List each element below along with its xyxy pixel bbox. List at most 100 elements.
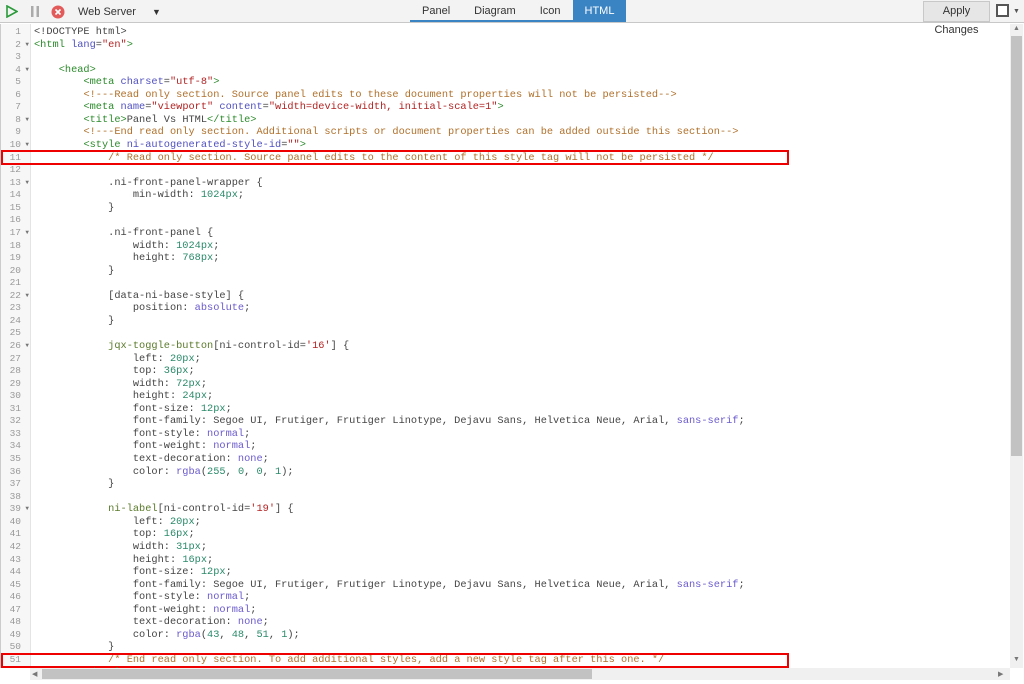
code-token: , [219, 628, 232, 641]
line-number: 28 [1, 365, 31, 378]
line-number: 15 [1, 202, 31, 215]
line-number-text: 39 [9, 503, 21, 515]
vertical-scrollbar[interactable]: ▲ ▼ [1010, 24, 1023, 668]
line-number: 29 [1, 378, 31, 391]
code-token: ; [200, 377, 208, 390]
code-token: name [120, 101, 146, 114]
fold-toggle-icon[interactable]: ▼ [25, 39, 29, 52]
code-line: <head> [34, 64, 96, 77]
code-line: <meta name="viewport" content="width=dev… [34, 101, 503, 114]
line-number: 5 [1, 76, 31, 89]
line-number: 38 [1, 491, 31, 504]
code-token: left: [34, 352, 170, 365]
line-number-text: 42 [9, 540, 21, 552]
code-token: absolute [194, 302, 245, 315]
code-line: <!DOCTYPE html> [34, 26, 127, 39]
line-number-text: 1 [15, 26, 21, 37]
code-line: height: 16px; [34, 554, 213, 567]
code-token: 20px [169, 352, 195, 365]
code-line: width: 1024px; [34, 240, 220, 253]
code-line: font-weight: normal; [34, 603, 257, 617]
line-number-text: 20 [9, 264, 21, 276]
code-token: text-decoration: [34, 616, 238, 629]
line-number-text: 22 [9, 289, 21, 301]
code-editor[interactable]: 1 2 ▼ 3 4 ▼ 5 6 7 8 ▼ 9 10 ▼ 11 12 13 ▼ 14 15 16 17 ▼ 18 19 20 21 2… [0, 24, 1010, 668]
stop-button[interactable] [51, 3, 65, 20]
line-number: 12 [1, 164, 31, 177]
code-token: ; [194, 352, 201, 365]
tab-diagram[interactable]: Diagram [462, 0, 528, 20]
line-number-text: 44 [9, 566, 21, 578]
layout-square-icon[interactable] [996, 4, 1009, 17]
tab-panel[interactable]: Panel [410, 0, 462, 20]
scroll-left-icon[interactable]: ◀ [32, 670, 37, 678]
line-number: 34 [1, 440, 31, 453]
pause-button[interactable] [29, 3, 43, 20]
scroll-right-icon[interactable]: ▶ [998, 670, 1003, 678]
line-number-text: 14 [9, 189, 21, 201]
code-token: ; [207, 390, 214, 403]
code-line: left: 20px; [34, 353, 201, 366]
code-line: ni-label[ni-control-id='19'] { [34, 503, 293, 516]
line-number-gutter: 1 2 ▼ 3 4 ▼ 5 6 7 8 ▼ 9 10 ▼ 11 12 13 ▼ 14 15 16 17 ▼ 18 19 20 21 2… [1, 24, 31, 668]
horizontal-scroll-thumb[interactable] [42, 669, 592, 679]
target-dropdown[interactable]: Web Server ▼ [78, 3, 168, 20]
line-number: 6 [1, 89, 31, 102]
code-line: height: 24px; [34, 390, 213, 403]
line-number-text: 36 [9, 465, 21, 477]
chevron-down-icon[interactable]: ▼ [1013, 8, 1020, 15]
code-line: height: 768px; [34, 252, 220, 265]
fold-toggle-icon[interactable]: ▼ [25, 227, 29, 240]
vertical-scroll-thumb[interactable] [1011, 36, 1022, 456]
code-token: normal [213, 603, 251, 616]
line-number: 49 [1, 629, 31, 642]
line-number: 37 [1, 478, 31, 491]
code-token: <html [34, 38, 72, 51]
code-token: </title> [207, 113, 257, 126]
code-token: 36px [163, 365, 189, 378]
line-number: 45 [1, 579, 31, 592]
line-number-text: 47 [9, 603, 21, 615]
code-token: 51 [256, 628, 269, 641]
code-token: 48 [231, 628, 245, 641]
code-line: width: 72px; [34, 378, 207, 391]
code-line: .ni-front-panel { [34, 227, 213, 240]
fold-toggle-icon[interactable]: ▼ [25, 177, 29, 190]
line-number-text: 9 [15, 126, 21, 138]
apply-changes-button[interactable]: Apply Changes [923, 1, 990, 36]
code-token: .ni-front-panel { [34, 226, 214, 239]
code-token: lang [71, 38, 96, 51]
fold-toggle-icon[interactable]: ▼ [25, 503, 29, 516]
fold-toggle-icon[interactable]: ▼ [25, 64, 29, 77]
line-number: 31 [1, 403, 31, 416]
code-token: } [34, 478, 115, 491]
fold-toggle-icon[interactable]: ▼ [25, 114, 29, 127]
fold-toggle-icon[interactable]: ▼ [25, 290, 29, 303]
code-token: ; [738, 415, 745, 428]
line-number: 36 [1, 466, 31, 479]
line-number-text: 18 [9, 239, 21, 251]
code-token: height: [34, 553, 183, 566]
line-number: 8 ▼ [1, 114, 31, 127]
code-token: font-weight: [34, 603, 214, 616]
line-number: 9 [1, 126, 31, 139]
tab-html[interactable]: HTML [572, 0, 627, 20]
scroll-up-icon[interactable]: ▲ [1013, 25, 1020, 32]
horizontal-scrollbar[interactable]: ◀ ▶ [30, 668, 1010, 680]
code-line: min-width: 1024px; [34, 189, 244, 202]
scroll-down-icon[interactable]: ▼ [1013, 656, 1020, 663]
code-token: sans-serif [676, 578, 739, 591]
line-number-text: 8 [15, 113, 21, 125]
line-number-text: 46 [9, 591, 21, 603]
fold-toggle-icon[interactable]: ▼ [25, 340, 29, 353]
code-token: top: [34, 528, 164, 541]
code-token: position: [34, 302, 195, 315]
tab-icon[interactable]: Icon [528, 0, 573, 20]
line-number-text: 35 [9, 453, 21, 465]
code-token: ; [213, 252, 220, 265]
run-button[interactable] [6, 3, 20, 20]
line-number-text: 30 [9, 390, 21, 402]
line-number-text: 7 [15, 101, 21, 113]
code-line: text-decoration: none; [34, 616, 269, 629]
